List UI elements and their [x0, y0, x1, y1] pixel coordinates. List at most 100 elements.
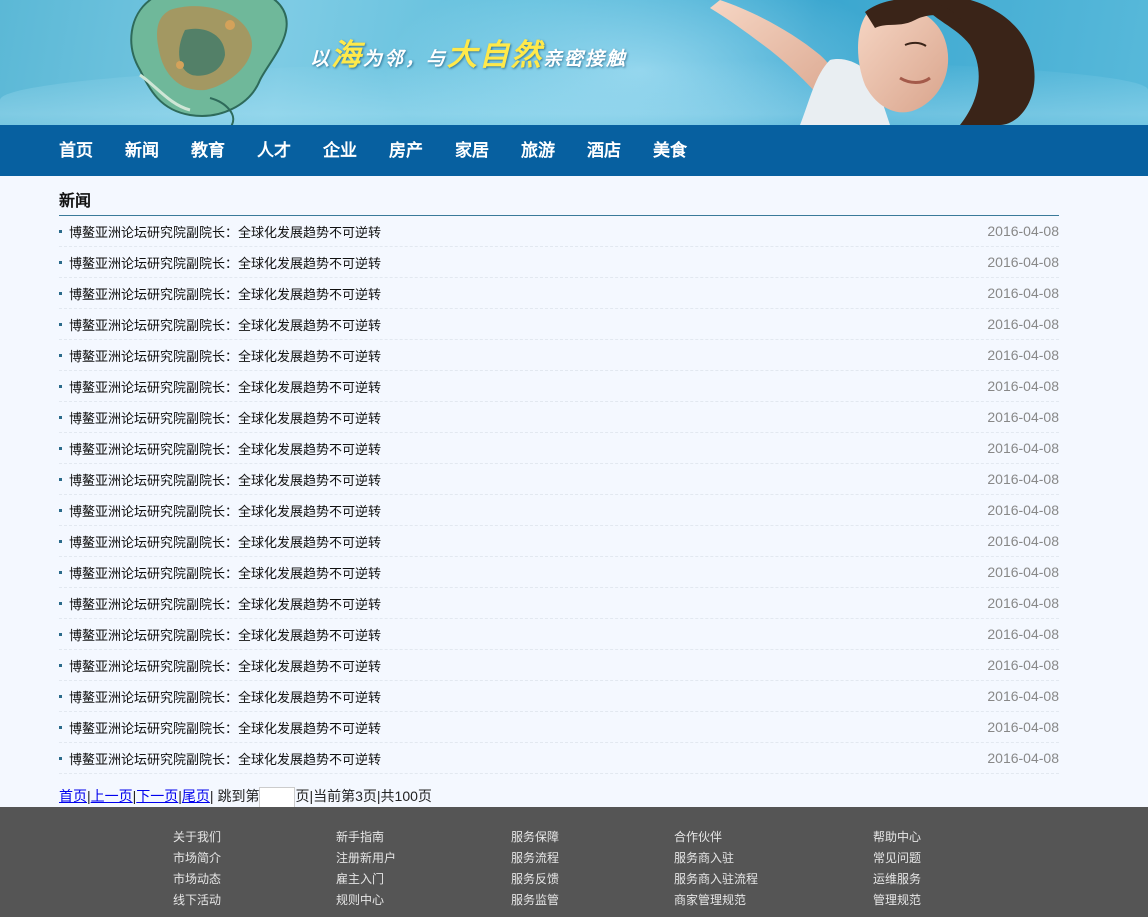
news-title-link[interactable]: 博鳌亚洲论坛研究院副院长：全球化发展趋势不可逆转 [69, 505, 381, 520]
news-list-item: 博鳌亚洲论坛研究院副院长：全球化发展趋势不可逆转 2016-04-08 [59, 588, 1059, 619]
news-title-link[interactable]: 博鳌亚洲论坛研究院副院长：全球化发展趋势不可逆转 [69, 660, 381, 675]
footer-link[interactable]: 市场动态 [173, 869, 221, 890]
footer-column-service: 服务保障 服务流程 服务反馈 服务监管 [511, 827, 559, 911]
footer-link[interactable]: 服务反馈 [511, 869, 559, 890]
bullet-icon [59, 695, 62, 698]
pager-jump-suffix: 页 [295, 788, 310, 804]
news-date: 2016-04-08 [987, 657, 1059, 673]
banner-slogan: 以海为邻，与大自然亲密接触 [310, 30, 627, 74]
nav-link[interactable]: 旅游 [521, 141, 555, 161]
pager-jump-input[interactable] [259, 786, 296, 808]
island-map-graphic [130, 0, 288, 125]
slogan-highlight-nature: 大自然 [447, 38, 544, 73]
pager-total: 共100页 [380, 788, 432, 804]
footer-link[interactable]: 服务商入驻 [674, 848, 758, 869]
main-nav: 首页 新闻 教育 人才 企业 房产 家居 旅游 酒店 美食 [0, 125, 1148, 176]
news-title-link[interactable]: 博鳌亚洲论坛研究院副院长：全球化发展趋势不可逆转 [69, 474, 381, 489]
footer-link[interactable]: 关于我们 [173, 827, 221, 848]
nav-link[interactable]: 新闻 [125, 141, 159, 161]
bullet-icon [59, 757, 62, 760]
news-title-link[interactable]: 博鳌亚洲论坛研究院副院长：全球化发展趋势不可逆转 [69, 753, 381, 768]
footer-link[interactable]: 管理规范 [873, 890, 921, 911]
footer-link[interactable]: 线下活动 [173, 890, 221, 911]
news-title-link[interactable]: 博鳌亚洲论坛研究院副院长：全球化发展趋势不可逆转 [69, 226, 381, 241]
news-title-link[interactable]: 博鳌亚洲论坛研究院副院长：全球化发展趋势不可逆转 [69, 381, 381, 396]
pager-prev-link[interactable]: 上一页 [91, 788, 133, 804]
bullet-icon [59, 416, 62, 419]
footer-link[interactable]: 雇主入门 [336, 869, 396, 890]
news-date: 2016-04-08 [987, 378, 1059, 394]
nav-link[interactable]: 企业 [323, 141, 357, 161]
news-list-item: 博鳌亚洲论坛研究院副院长：全球化发展趋势不可逆转 2016-04-08 [59, 495, 1059, 526]
news-list-item: 博鳌亚洲论坛研究院副院长：全球化发展趋势不可逆转 2016-04-08 [59, 340, 1059, 371]
news-list-item: 博鳌亚洲论坛研究院副院长：全球化发展趋势不可逆转 2016-04-08 [59, 650, 1059, 681]
bullet-icon [59, 726, 62, 729]
nav-link[interactable]: 教育 [191, 141, 225, 161]
pager-jump-prefix: 跳到第 [217, 788, 260, 804]
bullet-icon [59, 230, 62, 233]
footer-link[interactable]: 规则中心 [336, 890, 396, 911]
news-date: 2016-04-08 [987, 502, 1059, 518]
news-date: 2016-04-08 [987, 750, 1059, 766]
news-title-link[interactable]: 博鳌亚洲论坛研究院副院长：全球化发展趋势不可逆转 [69, 691, 381, 706]
nav-item: 新闻 [125, 125, 159, 176]
nav-link[interactable]: 家居 [455, 141, 489, 161]
footer-link[interactable]: 市场简介 [173, 848, 221, 869]
news-date: 2016-04-08 [987, 285, 1059, 301]
pager-separator: | [209, 788, 214, 804]
news-date: 2016-04-08 [987, 688, 1059, 704]
news-date: 2016-04-08 [987, 626, 1059, 642]
news-title-link[interactable]: 博鳌亚洲论坛研究院副院长：全球化发展趋势不可逆转 [69, 257, 381, 272]
news-title-link[interactable]: 博鳌亚洲论坛研究院副院长：全球化发展趋势不可逆转 [69, 350, 381, 365]
news-list-item: 博鳌亚洲论坛研究院副院长：全球化发展趋势不可逆转 2016-04-08 [59, 712, 1059, 743]
footer-link[interactable]: 服务监管 [511, 890, 559, 911]
news-list-item: 博鳌亚洲论坛研究院副院长：全球化发展趋势不可逆转 2016-04-08 [59, 526, 1059, 557]
nav-link[interactable]: 美食 [653, 141, 687, 161]
pager-last-link[interactable]: 尾页 [182, 788, 210, 804]
nav-item: 旅游 [521, 125, 555, 176]
woman-photo-graphic [710, 0, 1035, 125]
pager-first-link[interactable]: 首页 [59, 788, 87, 804]
news-title-link[interactable]: 博鳌亚洲论坛研究院副院长：全球化发展趋势不可逆转 [69, 536, 381, 551]
header-banner: 以海为邻，与大自然亲密接触 [0, 0, 1148, 125]
footer-link[interactable]: 服务商入驻流程 [674, 869, 758, 890]
news-title-link[interactable]: 博鳌亚洲论坛研究院副院长：全球化发展趋势不可逆转 [69, 567, 381, 582]
footer-link[interactable]: 新手指南 [336, 827, 396, 848]
footer-link[interactable]: 服务流程 [511, 848, 559, 869]
footer-link[interactable]: 常见问题 [873, 848, 921, 869]
nav-item: 酒店 [587, 125, 621, 176]
news-list-item: 博鳌亚洲论坛研究院副院长：全球化发展趋势不可逆转 2016-04-08 [59, 278, 1059, 309]
news-title-link[interactable]: 博鳌亚洲论坛研究院副院长：全球化发展趋势不可逆转 [69, 288, 381, 303]
nav-link[interactable]: 酒店 [587, 141, 621, 161]
news-date: 2016-04-08 [987, 223, 1059, 239]
bullet-icon [59, 385, 62, 388]
nav-item: 房产 [389, 125, 423, 176]
main-content: 新闻 博鳌亚洲论坛研究院副院长：全球化发展趋势不可逆转 2016-04-08 博鳌亚… [59, 176, 1059, 774]
footer-link[interactable]: 注册新用户 [336, 848, 396, 869]
news-list-item: 博鳌亚洲论坛研究院副院长：全球化发展趋势不可逆转 2016-04-08 [59, 402, 1059, 433]
slogan-part-5: 亲密接触 [543, 48, 628, 70]
news-list-item: 博鳌亚洲论坛研究院副院长：全球化发展趋势不可逆转 2016-04-08 [59, 681, 1059, 712]
nav-link[interactable]: 房产 [389, 141, 423, 161]
news-title-link[interactable]: 博鳌亚洲论坛研究院副院长：全球化发展趋势不可逆转 [69, 443, 381, 458]
news-list-item: 博鳌亚洲论坛研究院副院长：全球化发展趋势不可逆转 2016-04-08 [59, 309, 1059, 340]
nav-item: 企业 [323, 125, 357, 176]
footer-link[interactable]: 帮助中心 [873, 827, 921, 848]
slogan-part-1: 以 [310, 48, 332, 70]
footer-link[interactable]: 运维服务 [873, 869, 921, 890]
nav-link[interactable]: 人才 [257, 141, 291, 161]
news-date: 2016-04-08 [987, 533, 1059, 549]
news-list: 博鳌亚洲论坛研究院副院长：全球化发展趋势不可逆转 2016-04-08 博鳌亚洲论坛… [59, 216, 1059, 774]
news-title-link[interactable]: 博鳌亚洲论坛研究院副院长：全球化发展趋势不可逆转 [69, 722, 381, 737]
bullet-icon [59, 602, 62, 605]
news-title-link[interactable]: 博鳌亚洲论坛研究院副院长：全球化发展趋势不可逆转 [69, 412, 381, 427]
news-title-link[interactable]: 博鳌亚洲论坛研究院副院长：全球化发展趋势不可逆转 [69, 598, 381, 613]
news-title-link[interactable]: 博鳌亚洲论坛研究院副院长：全球化发展趋势不可逆转 [69, 319, 381, 334]
bullet-icon [59, 664, 62, 667]
news-title-link[interactable]: 博鳌亚洲论坛研究院副院长：全球化发展趋势不可逆转 [69, 629, 381, 644]
nav-link[interactable]: 首页 [59, 141, 93, 161]
footer-link[interactable]: 合作伙伴 [674, 827, 758, 848]
pager-next-link[interactable]: 下一页 [136, 788, 178, 804]
footer-link[interactable]: 商家管理规范 [674, 890, 758, 911]
footer-link[interactable]: 服务保障 [511, 827, 559, 848]
